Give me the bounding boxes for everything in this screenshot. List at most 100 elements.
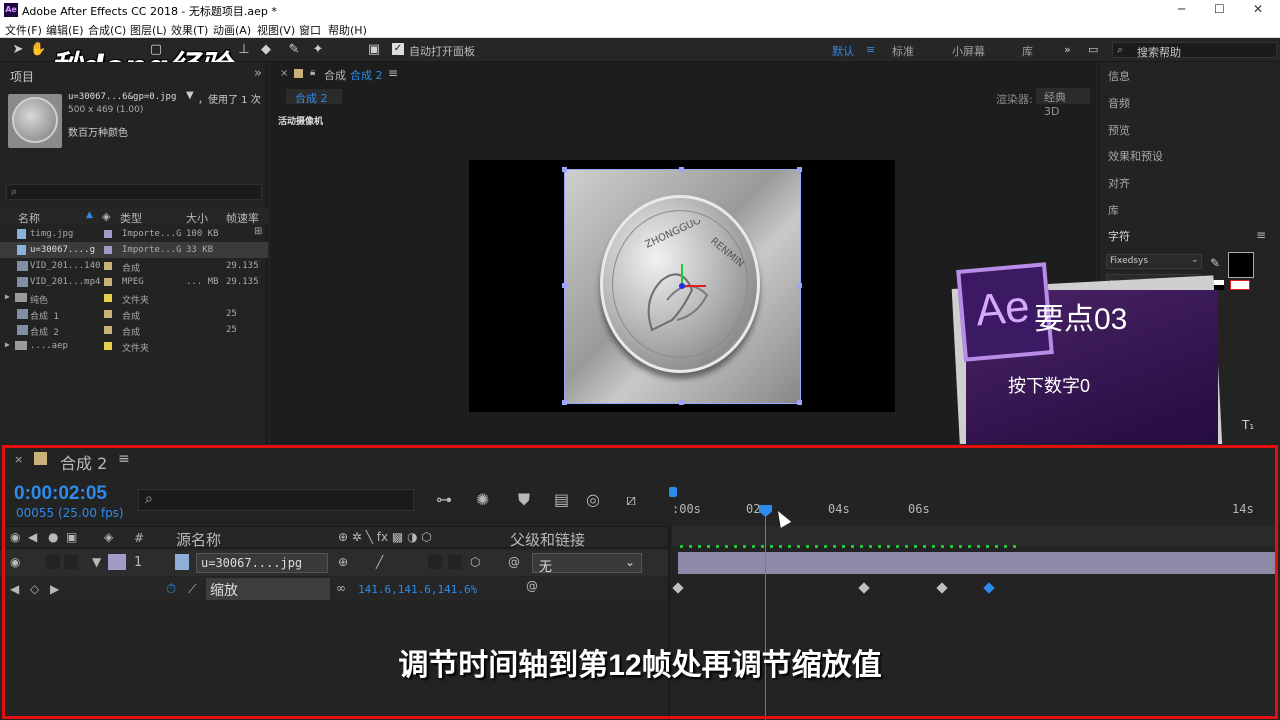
workspace-default[interactable]: 默认 xyxy=(832,43,854,59)
z-axis[interactable] xyxy=(679,283,685,289)
panel-effects-presets[interactable]: 效果和预设 xyxy=(1108,148,1163,164)
viewer-tab-prefix: 合成 xyxy=(324,69,346,82)
panel-audio[interactable]: 音频 xyxy=(1108,95,1130,111)
project-search-input[interactable]: ⌕ xyxy=(6,184,262,200)
font-family-value: Fixedsys xyxy=(1110,256,1149,266)
menu-layer[interactable]: 图层(L) xyxy=(130,22,167,38)
workspace-menu-icon[interactable]: ≡ xyxy=(866,43,875,56)
snap-icon[interactable]: ▣ xyxy=(366,42,382,58)
file-row[interactable]: VID_201...mp4 MPEG ... MB 29.135 xyxy=(0,274,268,290)
ae-logo-text: Ae xyxy=(973,281,1032,336)
coin-text: ZHONGGUO xyxy=(644,220,704,251)
transform-handle[interactable] xyxy=(679,167,684,172)
auto-open-checkbox[interactable]: ✓ xyxy=(392,43,404,55)
breadcrumb-label: 合成 2 xyxy=(295,92,328,105)
selected-item-name: u=30067...6&gp=0.jpg xyxy=(68,92,177,102)
file-row[interactable]: ▶ ....aep 文件夹 xyxy=(0,338,268,354)
hand-tool-icon[interactable]: ✋ xyxy=(30,42,46,58)
panel-libraries[interactable]: 库 xyxy=(1108,202,1119,218)
menu-view[interactable]: 视图(V) xyxy=(257,22,295,38)
column-size[interactable]: 大小 xyxy=(186,210,208,226)
active-camera-label: 活动摄像机 xyxy=(278,117,324,127)
minimize-button[interactable]: ─ xyxy=(1178,2,1185,16)
stamp-tool-icon[interactable]: ⊥ xyxy=(236,42,252,58)
transform-handle[interactable] xyxy=(562,167,567,172)
file-fps: 25 xyxy=(226,309,237,319)
3d-axis-gizmo[interactable] xyxy=(670,258,720,298)
menu-animation[interactable]: 动画(A) xyxy=(213,22,251,38)
file-row[interactable]: VID_201...140 合成 29.135 xyxy=(0,258,268,274)
ae-app-icon: Ae xyxy=(4,3,18,17)
composition-icon xyxy=(17,309,28,319)
menu-effect[interactable]: 效果(T) xyxy=(171,22,208,38)
subscript-icon[interactable]: T₁ xyxy=(1242,418,1254,432)
viewer-tab-name[interactable]: 合成 2 xyxy=(350,67,383,83)
file-type: 合成 xyxy=(122,264,141,274)
menu-edit[interactable]: 编辑(E) xyxy=(46,22,84,38)
expand-arrow-icon[interactable]: ▶ xyxy=(5,340,10,349)
font-family-select[interactable]: Fixedsys ⌄ xyxy=(1106,254,1202,269)
panel-align[interactable]: 对齐 xyxy=(1108,175,1130,191)
stroke-color-swatch[interactable] xyxy=(1230,280,1250,290)
file-name: 纯色 xyxy=(30,296,49,306)
workspace-edit-icon[interactable]: ▭ xyxy=(1088,43,1098,56)
column-name[interactable]: 名称 xyxy=(18,210,40,226)
project-tab[interactable]: 项目 xyxy=(10,68,34,85)
panel-overflow-icon[interactable]: » xyxy=(254,66,262,81)
pin-tool-icon[interactable]: ✦ xyxy=(310,42,326,58)
transform-handle[interactable] xyxy=(797,167,802,172)
transform-handle[interactable] xyxy=(679,400,684,405)
usage-dropdown-icon[interactable]: ▼ xyxy=(186,90,194,101)
label-tag-icon: ◈ xyxy=(102,210,111,223)
transform-handle[interactable] xyxy=(797,400,802,405)
close-tab-icon[interactable]: × xyxy=(280,68,288,79)
file-row[interactable]: u=30067....g Importe...G 33 KB xyxy=(0,242,268,258)
file-fps: 29.135 xyxy=(226,277,259,287)
eraser-tool-icon[interactable]: ◆ xyxy=(258,42,274,58)
search-icon: ⌕ xyxy=(11,185,18,198)
help-search-input[interactable]: ⌕ 搜索帮助 xyxy=(1112,42,1277,59)
comp-label-color xyxy=(294,69,303,78)
maximize-button[interactable]: ☐ xyxy=(1214,2,1225,16)
menu-help[interactable]: 帮助(H) xyxy=(328,22,367,38)
workspace-small-screen[interactable]: 小屏幕 xyxy=(952,43,985,59)
project-column-headers: 名称 ▲ ◈ 类型 大小 帧速率 xyxy=(0,208,268,226)
selected-item-dimensions: 500 x 469 (1.00) xyxy=(68,105,144,115)
panel-preview[interactable]: 预览 xyxy=(1108,122,1130,138)
transform-handle[interactable] xyxy=(562,400,567,405)
file-row[interactable]: 合成 1 合成 25 xyxy=(0,306,268,322)
file-type: MPEG xyxy=(122,277,144,287)
selection-tool-icon[interactable]: ➤ xyxy=(10,42,26,58)
file-row[interactable]: ▶ 纯色 文件夹 xyxy=(0,290,268,306)
file-row[interactable]: timg.jpg Importe...G 100 KB xyxy=(0,226,268,242)
file-row[interactable]: 合成 2 合成 25 xyxy=(0,322,268,338)
expand-arrow-icon[interactable]: ▶ xyxy=(5,292,10,301)
panel-menu-icon[interactable]: ≡ xyxy=(1256,228,1266,242)
panel-menu-icon[interactable]: ≡ xyxy=(388,66,398,80)
comp-breadcrumb[interactable]: 合成 2 xyxy=(286,89,342,105)
menu-window[interactable]: 窗口 xyxy=(299,22,321,38)
menu-file[interactable]: 文件(F) xyxy=(5,22,42,38)
panel-character[interactable]: 字符 xyxy=(1108,228,1130,244)
fill-color-swatch[interactable] xyxy=(1228,252,1254,278)
column-type[interactable]: 类型 xyxy=(120,210,142,226)
transform-handle[interactable] xyxy=(797,283,802,288)
menu-composition[interactable]: 合成(C) xyxy=(88,22,126,38)
workspace-library[interactable]: 库 xyxy=(1022,43,1033,59)
label-color xyxy=(104,278,112,286)
file-type: 合成 xyxy=(122,328,141,338)
menu-bar: 文件(F) 编辑(E) 合成(C) 图层(L) 效果(T) 动画(A) 视图(V… xyxy=(0,20,1280,38)
close-button[interactable]: ✕ xyxy=(1253,2,1263,16)
eyedropper-icon[interactable]: ✎ xyxy=(1210,256,1220,270)
roto-tool-icon[interactable]: ✎ xyxy=(286,42,302,58)
more-workspaces-icon[interactable]: » xyxy=(1064,43,1071,56)
panel-info[interactable]: 信息 xyxy=(1108,68,1130,84)
label-color xyxy=(104,262,112,270)
transform-handle[interactable] xyxy=(562,283,567,288)
file-name: VID_201...mp4 xyxy=(30,277,101,287)
lock-icon[interactable]: 🔒︎ xyxy=(310,67,315,78)
tip-card-subtitle: 按下数字0 xyxy=(1008,376,1091,396)
workspace-standard[interactable]: 标准 xyxy=(892,43,914,59)
column-fps[interactable]: 帧速率 xyxy=(226,210,259,226)
renderer-value[interactable]: 经典 3D xyxy=(1036,88,1090,118)
